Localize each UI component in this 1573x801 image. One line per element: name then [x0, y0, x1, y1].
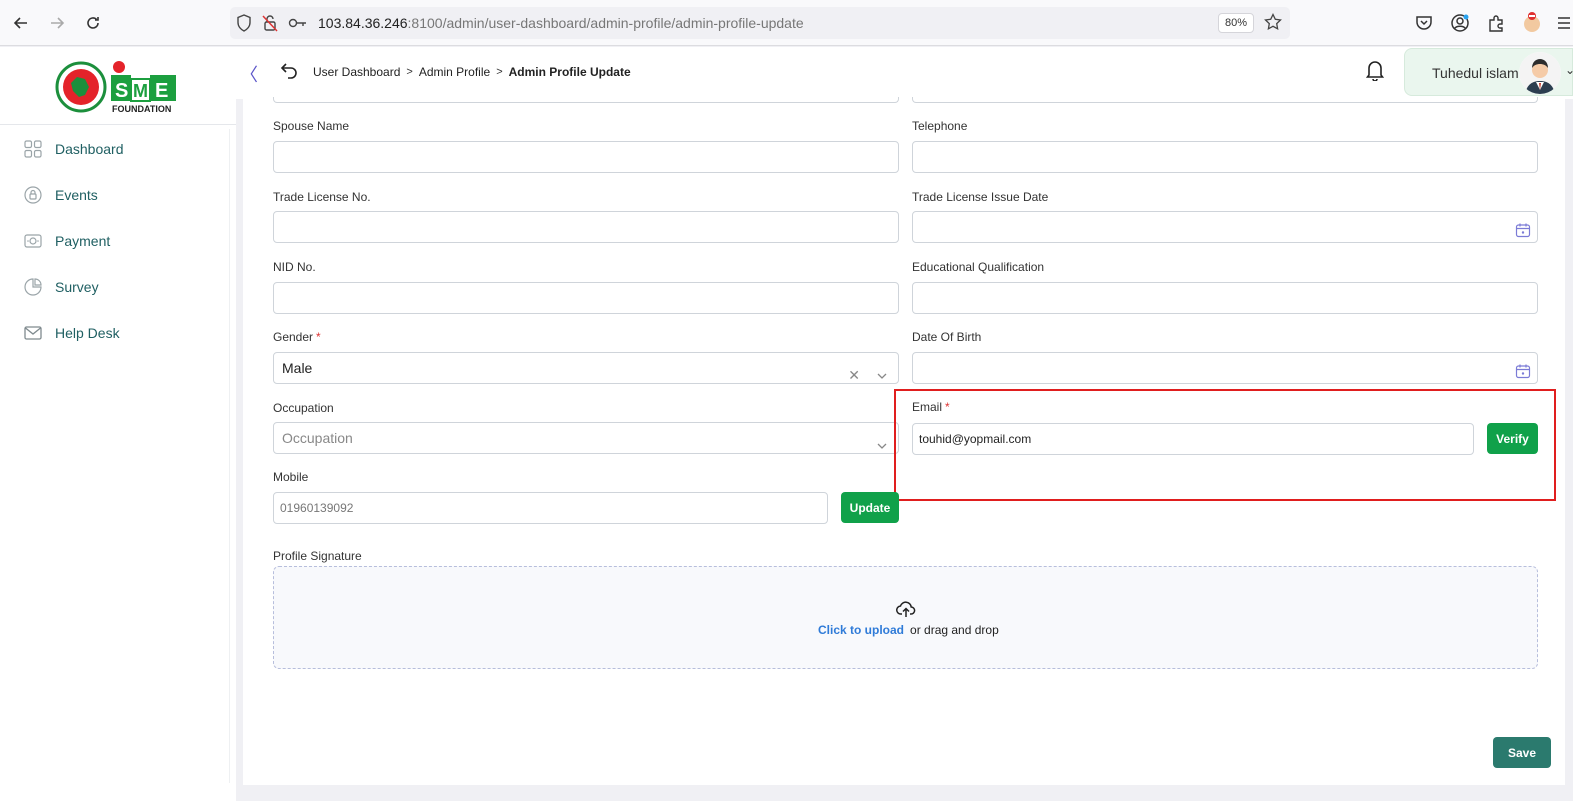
pie-chart-icon — [24, 278, 42, 296]
update-mobile-button[interactable]: Update — [841, 492, 899, 523]
click-to-upload-link[interactable]: Click to upload — [818, 623, 904, 637]
forward-arrow-icon[interactable] — [46, 12, 68, 34]
gender-label: Gender * — [273, 330, 321, 344]
calendar-icon[interactable] — [1515, 219, 1531, 238]
breadcrumb-user-dashboard[interactable]: User Dashboard — [313, 65, 400, 79]
menu-hamburger-icon[interactable] — [1553, 12, 1573, 34]
collapse-sidebar-chevron-icon[interactable]: 〈 — [240, 61, 258, 87]
verify-email-button[interactable]: Verify — [1487, 423, 1538, 454]
breadcrumb-chevron-icon: > — [406, 66, 413, 78]
sidebar-item-label: Payment — [55, 233, 111, 249]
svg-text:M: M — [133, 81, 148, 101]
email-input[interactable]: touhid@yopmail.com — [912, 423, 1474, 455]
top-header: 〈 User Dashboard > Admin Profile > Admin… — [236, 47, 1573, 99]
sidebar-item-survey[interactable]: Survey — [4, 267, 230, 307]
sidebar-item-label: Events — [55, 187, 98, 203]
educational-qualification-label: Educational Qualification — [912, 260, 1045, 274]
telephone-input[interactable] — [912, 141, 1538, 173]
chevron-down-icon[interactable] — [876, 363, 888, 379]
grid-icon — [24, 140, 42, 158]
drag-drop-text: or drag and drop — [910, 623, 999, 637]
gender-selected-value: Male — [282, 360, 313, 376]
cloud-upload-icon — [896, 599, 916, 619]
mail-icon — [24, 324, 42, 342]
svg-text:E: E — [155, 80, 168, 102]
telephone-label: Telephone — [912, 119, 968, 133]
occupation-placeholder: Occupation — [282, 430, 353, 446]
sidebar-menu: Dashboard Events Payment Survey Help Des… — [4, 129, 230, 783]
user-name: Tuhedul islam — [1432, 65, 1519, 81]
partial-input-left[interactable] — [273, 97, 899, 103]
sidebar-item-payment[interactable]: Payment — [4, 221, 230, 261]
date-of-birth-input[interactable] — [912, 352, 1538, 384]
sidebar-item-label: Survey — [55, 279, 99, 295]
sidebar-item-help-desk[interactable]: Help Desk — [4, 313, 230, 353]
shield-icon — [236, 14, 252, 37]
notification-bell-icon[interactable] — [1365, 59, 1385, 82]
chevron-down-icon: ⌄ — [1565, 63, 1573, 77]
sidebar-item-dashboard[interactable]: Dashboard — [4, 129, 230, 169]
sidebar-item-label: Help Desk — [55, 325, 120, 341]
breadcrumb-current: Admin Profile Update — [508, 65, 631, 79]
trade-license-issue-date-input[interactable] — [912, 211, 1538, 243]
trade-license-no-input[interactable] — [273, 211, 899, 243]
partial-input-right[interactable] — [912, 97, 1538, 103]
svg-text:S: S — [115, 80, 128, 102]
zoom-level-badge[interactable]: 80% — [1218, 13, 1255, 33]
breadcrumb-admin-profile[interactable]: Admin Profile — [419, 65, 490, 79]
sidebar-divider — [0, 124, 236, 125]
required-asterisk: * — [316, 330, 321, 344]
breadcrumb: User Dashboard > Admin Profile > Admin P… — [313, 65, 631, 79]
breadcrumb-chevron-icon: > — [496, 66, 503, 78]
trade-license-no-label: Trade License No. — [273, 190, 371, 204]
browser-toolbar: 103.84.36.246:8100/admin/user-dashboard/… — [0, 0, 1573, 46]
extension-avatar-icon[interactable] — [1521, 12, 1543, 34]
clear-icon[interactable]: ✕ — [848, 360, 860, 390]
sidebar: S M E FOUNDATION Dashboard Events Paymen… — [0, 47, 236, 801]
undo-back-icon[interactable] — [280, 61, 298, 79]
url-text: 103.84.36.246:8100/admin/user-dashboard/… — [318, 15, 804, 31]
bookmark-star-icon[interactable] — [1264, 12, 1282, 36]
url-bar[interactable]: 103.84.36.246:8100/admin/user-dashboard/… — [230, 7, 1290, 39]
insecure-lock-icon — [262, 14, 278, 37]
sidebar-item-label: Dashboard — [55, 141, 124, 157]
svg-text:FOUNDATION: FOUNDATION — [112, 104, 171, 114]
sme-foundation-logo[interactable]: S M E FOUNDATION — [55, 59, 185, 115]
spouse-name-input[interactable] — [273, 141, 899, 173]
mobile-input[interactable]: 01960139092 — [273, 492, 828, 524]
required-asterisk: * — [945, 400, 950, 414]
upload-instructions: Click to upload or drag and drop — [818, 623, 999, 637]
spouse-name-label: Spouse Name — [273, 119, 350, 133]
nid-no-input[interactable] — [273, 282, 899, 314]
gender-select[interactable]: Male ✕ — [273, 352, 899, 384]
key-icon — [288, 16, 308, 35]
reload-icon[interactable] — [82, 12, 104, 34]
trade-license-issue-date-label: Trade License Issue Date — [912, 190, 1049, 204]
pocket-icon[interactable] — [1413, 12, 1435, 34]
avatar — [1519, 52, 1561, 94]
account-icon[interactable] — [1449, 12, 1471, 34]
email-label: Email * — [912, 400, 950, 414]
date-of-birth-label: Date Of Birth — [912, 330, 982, 344]
signature-dropzone[interactable]: Click to upload or drag and drop — [273, 566, 1538, 669]
profile-signature-label: Profile Signature — [273, 549, 362, 563]
lock-icon — [24, 186, 42, 204]
calendar-icon[interactable] — [1515, 360, 1531, 379]
mobile-label: Mobile — [273, 470, 309, 484]
sidebar-item-events[interactable]: Events — [4, 175, 230, 215]
user-menu[interactable]: Tuhedul islam ⌄ — [1404, 48, 1573, 96]
payment-icon — [24, 232, 42, 250]
educational-qualification-input[interactable] — [912, 282, 1538, 314]
back-arrow-icon[interactable] — [10, 12, 32, 34]
chevron-down-icon[interactable] — [876, 433, 888, 449]
occupation-label: Occupation — [273, 401, 334, 415]
extensions-puzzle-icon[interactable] — [1485, 12, 1507, 34]
save-button[interactable]: Save — [1493, 737, 1551, 768]
occupation-select[interactable]: Occupation — [273, 422, 899, 454]
nid-no-label: NID No. — [273, 260, 316, 274]
